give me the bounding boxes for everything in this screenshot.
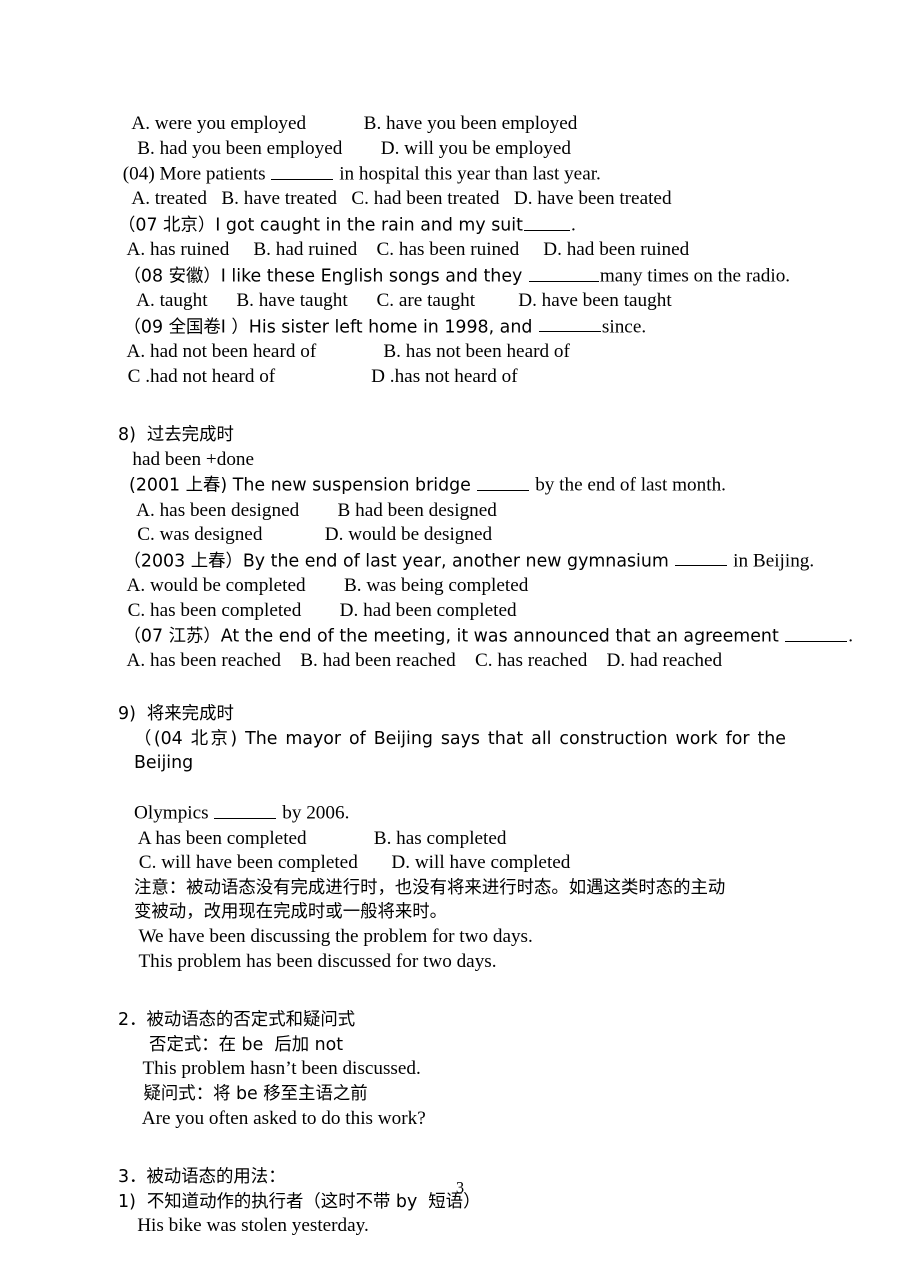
- question-2001-stem-pre: (2001 上春) The new suspension bridge: [118, 476, 477, 496]
- question-08anhui-stem-post: many times on the radio.: [599, 265, 791, 287]
- fill-blank: [214, 800, 277, 820]
- section-2-heading: 2．被动语态的否定式和疑问式: [118, 1010, 356, 1031]
- question-09national-stem-pre: （09 全国卷Ⅰ ）His sister left home in 1998, …: [118, 317, 538, 338]
- question-2001-stem: (2001 上春) The new suspension bridge by t…: [118, 472, 786, 498]
- question-04beijing-stem-text: （(04 北京) The mayor of Beijing says that …: [134, 728, 786, 774]
- fill-blank: [523, 212, 570, 231]
- question-2003-options-ab: A. would be completed B. was being compl…: [118, 575, 529, 597]
- question-08anhui-options: A. taught B. have taught C. are taught D…: [118, 290, 672, 312]
- fill-blank: [528, 263, 599, 282]
- question-07beijing-options: A. has ruined B. had ruined C. has been …: [118, 239, 690, 261]
- question-07beijing-stem-post: .: [570, 214, 576, 236]
- question-2003-stem: （2003 上春）By the end of last year, anothe…: [118, 548, 815, 574]
- question-04-stem-pre: (04) More patients: [118, 163, 271, 185]
- document-page: A. were you employed B. have you been em…: [0, 0, 920, 1277]
- fill-blank: [271, 161, 334, 180]
- page-content: A. were you employed B. have you been em…: [118, 112, 854, 1239]
- option-line-employed-bd: B. had you been employed D. will you be …: [118, 137, 571, 159]
- section-8-formula: had been +done: [118, 448, 255, 470]
- section-2-negative-rule: 否定式：在 be 后加 not: [138, 1034, 344, 1055]
- question-04beijing-stem-line1: （(04 北京) The mayor of Beijing says that …: [118, 727, 786, 801]
- note-example-passive: This problem has been discussed for two …: [134, 950, 497, 972]
- option-line-employed-ab: A. were you employed B. have you been em…: [118, 113, 578, 134]
- question-07jiangsu-stem-pre: （07 江苏）At the end of the meeting, it was…: [118, 626, 785, 647]
- section-9-heading: 9) 将来完成时: [118, 704, 234, 725]
- question-04beijing-options-ab: A has been completed B. has completed: [134, 827, 507, 849]
- question-09national-options-ab: A. had not been heard of B. has not been…: [118, 340, 570, 362]
- section-3-item-1-example: His bike was stolen yesterday.: [118, 1215, 369, 1237]
- question-07beijing-stem-pre: （07 北京）I got caught in the rain and my s…: [118, 215, 523, 236]
- question-2003-options-cd: C. has been completed D. had been comple…: [118, 599, 517, 621]
- question-04beijing-stem-2-post: by 2006.: [277, 803, 350, 825]
- fill-blank: [477, 472, 530, 491]
- section-2-question-example: Are you often asked to do this work?: [138, 1107, 426, 1129]
- question-2003-stem-post: in Beijing.: [728, 550, 815, 572]
- fill-blank: [675, 548, 728, 567]
- note-example-active: We have been discussing the problem for …: [134, 926, 533, 948]
- note-line-1: 注意：被动语态没有完成进行时，也没有将来进行时态。如遇这类时态的主动: [134, 877, 726, 898]
- question-2001-stem-post: by the end of last month.: [530, 475, 726, 496]
- section-2-negative-example: This problem hasn’t been discussed.: [138, 1058, 421, 1080]
- question-04-stem-post: in hospital this year than last year.: [334, 163, 601, 185]
- question-07jiangsu-options: A. has been reached B. had been reached …: [118, 650, 723, 672]
- section-8-heading: 8) 过去完成时: [118, 425, 234, 446]
- section-2-question-rule: 疑问式：将 be 移至主语之前: [138, 1084, 368, 1105]
- question-2001-options-cd: C. was designed D. would be designed: [118, 524, 493, 546]
- question-08anhui-stem: （08 安徽）I like these English songs and th…: [118, 263, 791, 289]
- page-number: 3: [455, 1178, 465, 1197]
- note-line-2: 变被动，改用现在完成时或一般将来时。: [134, 902, 448, 923]
- question-04beijing-stem-line2: Olympics by 2006.: [118, 800, 786, 826]
- question-09national-stem-post: since.: [601, 316, 647, 338]
- question-04beijing-stem-2-pre: Olympics: [134, 803, 214, 825]
- fill-blank: [538, 314, 601, 333]
- question-2003-stem-pre: （2003 上春）By the end of last year, anothe…: [118, 551, 675, 572]
- question-09national-stem: （09 全国卷Ⅰ ）His sister left home in 1998, …: [118, 314, 786, 340]
- question-08anhui-stem-pre: （08 安徽）I like these English songs and th…: [118, 266, 528, 287]
- question-04-options: A. treated B. have treated C. had been t…: [118, 188, 672, 210]
- question-07jiangsu-stem-post: .: [848, 625, 854, 647]
- question-07beijing-stem: （07 北京）I got caught in the rain and my s…: [118, 212, 786, 238]
- question-04beijing-options-cd: C. will have been completed D. will have…: [134, 852, 571, 874]
- question-04-stem: (04) More patients in hospital this year…: [118, 161, 786, 187]
- question-2001-options-ab: A. has been designed B had been designed: [118, 499, 497, 521]
- question-07jiangsu-stem: （07 江苏）At the end of the meeting, it was…: [118, 623, 854, 649]
- question-09national-options-cd: C .had not heard of D .has not heard of: [118, 365, 518, 387]
- fill-blank: [785, 623, 848, 642]
